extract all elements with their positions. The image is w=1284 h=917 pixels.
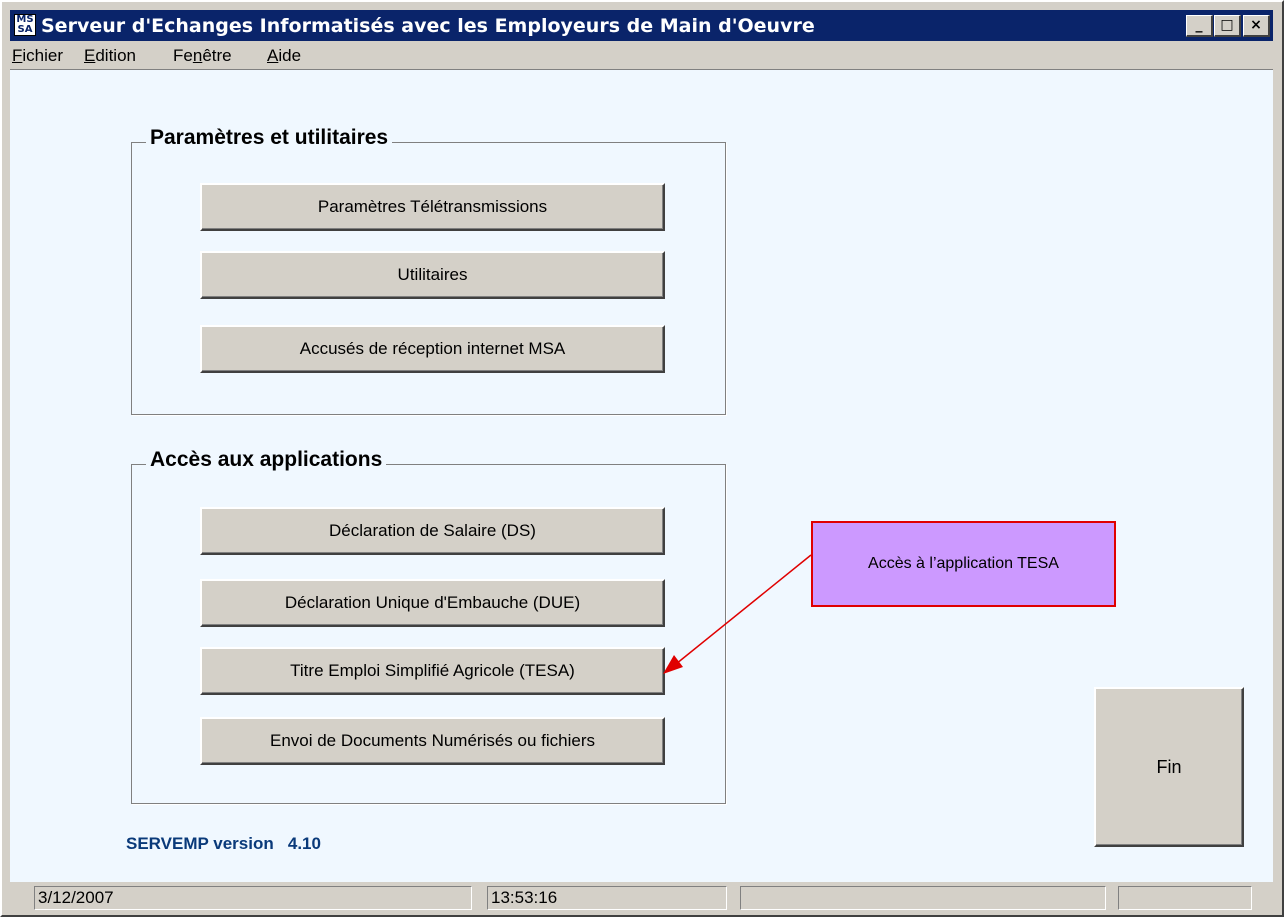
maximize-button[interactable]: □ — [1214, 15, 1241, 37]
status-pane-3 — [740, 886, 1106, 910]
status-time: 13:53:16 — [487, 886, 727, 910]
utilitaires-button[interactable]: Utilitaires — [200, 251, 665, 299]
status-bar: 3/12/2007 13:53:16 — [10, 884, 1273, 910]
menu-fichier[interactable]: Fichier — [12, 46, 63, 66]
window-title: Serveur d'Echanges Informatisés avec les… — [41, 15, 815, 37]
declaration-unique-embauche-due-button[interactable]: Déclaration Unique d'Embauche (DUE) — [200, 579, 665, 627]
menu-fenetre[interactable]: Fenêtre — [173, 46, 232, 66]
group-title-parametres: Paramètres et utilitaires — [146, 126, 393, 150]
title-bar[interactable]: MS SA Serveur d'Echanges Informatisés ave… — [10, 10, 1273, 41]
tesa-callout: Accès à l’application TESA — [811, 521, 1116, 607]
fin-button[interactable]: Fin — [1094, 687, 1244, 847]
menu-edition[interactable]: Edition — [84, 46, 136, 66]
client-area: Paramètres et utilitaires Paramètres Tél… — [10, 69, 1273, 882]
menu-bar: Fichier Edition Fenêtre Aide — [10, 42, 1273, 68]
group-title-applications: Accès aux applications — [146, 448, 387, 472]
accuses-reception-msa-button[interactable]: Accusés de réception internet MSA — [200, 325, 665, 373]
main-window: MS SA Serveur d'Echanges Informatisés ave… — [0, 0, 1284, 917]
groupbox-parametres: Paramètres et utilitaires Paramètres Tél… — [131, 126, 726, 415]
status-date: 3/12/2007 — [34, 886, 472, 910]
parametres-teletransmissions-button[interactable]: Paramètres Télétransmissions — [200, 183, 665, 231]
minimize-button[interactable]: _ — [1186, 15, 1213, 37]
close-button[interactable]: × — [1243, 15, 1270, 37]
status-pane-4 — [1118, 886, 1252, 910]
menu-aide[interactable]: Aide — [267, 46, 301, 66]
declaration-salaire-ds-button[interactable]: Déclaration de Salaire (DS) — [200, 507, 665, 555]
version-label: SERVEMP version 4.10 — [126, 834, 321, 853]
app-icon: MS SA — [14, 14, 36, 36]
titre-emploi-simplifie-agricole-tesa-button[interactable]: Titre Emploi Simplifié Agricole (TESA) — [200, 647, 665, 695]
groupbox-applications: Accès aux applications Déclaration de Sa… — [131, 448, 726, 804]
envoi-documents-numerises-button[interactable]: Envoi de Documents Numérisés ou fichiers — [200, 717, 665, 765]
